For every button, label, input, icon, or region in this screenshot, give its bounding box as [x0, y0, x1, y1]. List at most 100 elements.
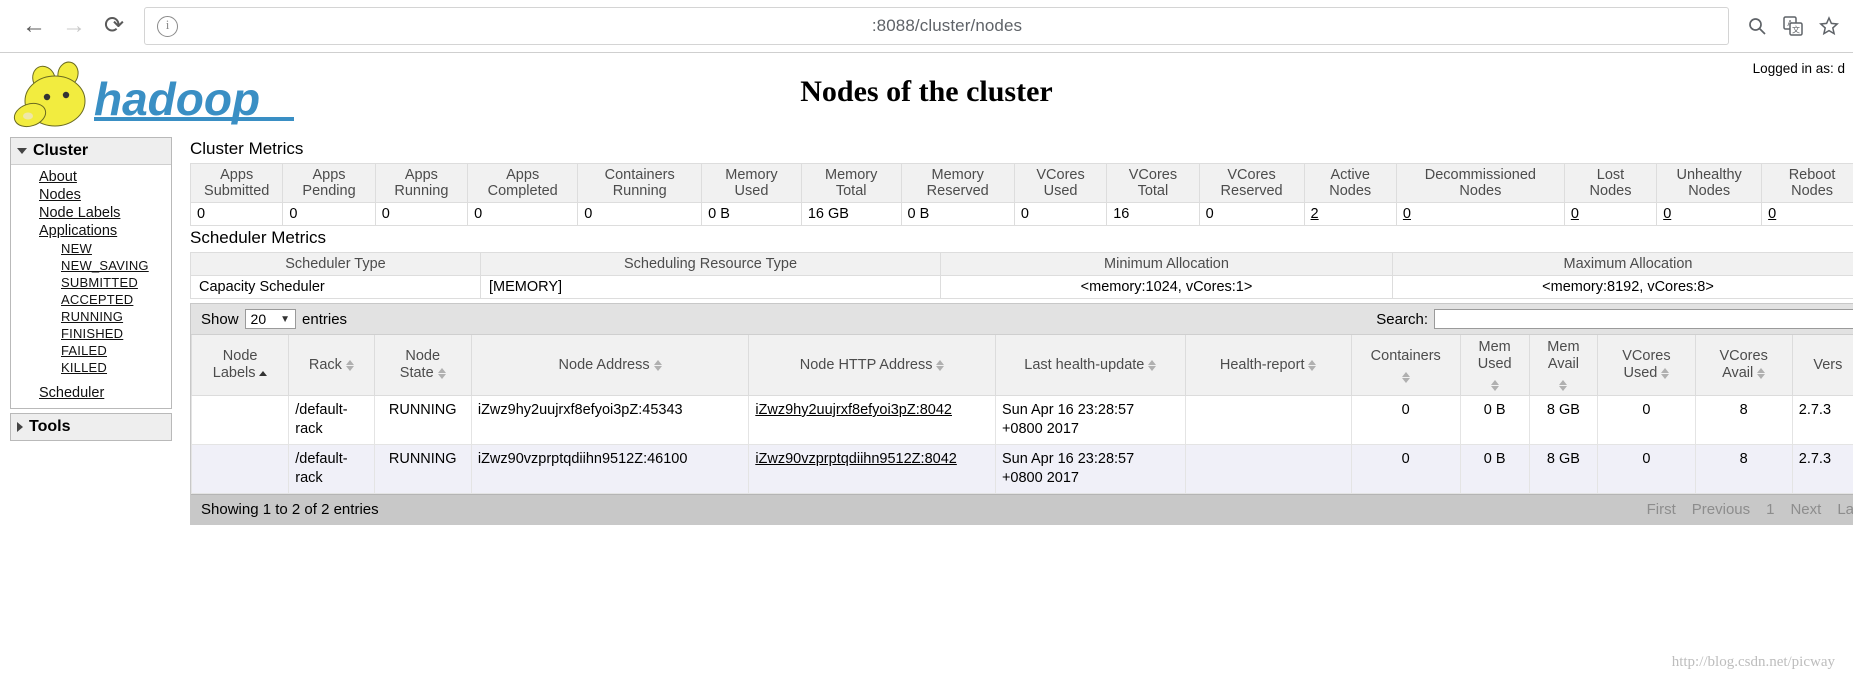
cell-last-health-update: Sun Apr 16 23:28:57 +0800 2017	[994, 444, 1186, 494]
sidebar-item-killed[interactable]: KILLED	[61, 359, 171, 376]
cm-link-decommissioned-nodes[interactable]: 0	[1403, 206, 1411, 222]
sort-icon[interactable]	[936, 359, 945, 371]
cm-val-memory-reserved: 0 B	[900, 202, 1015, 226]
cm-h2: Running	[612, 183, 667, 199]
col-vcores-avail[interactable]: VCores Avail	[1694, 335, 1793, 396]
sidebar-item-failed[interactable]: FAILED	[61, 342, 171, 359]
sidebar-link-finished[interactable]: FINISHED	[61, 326, 123, 341]
cm-link-reboot-nodes[interactable]: 0	[1768, 206, 1776, 222]
address-bar[interactable]: i :8088/cluster/nodes	[144, 7, 1729, 45]
cm-val-active-nodes[interactable]: 2	[1303, 202, 1397, 226]
cell-node-state: RUNNING	[373, 444, 472, 494]
page-number-1[interactable]: 1	[1766, 501, 1774, 518]
sort-icon[interactable]	[1490, 380, 1499, 391]
col-mem-used[interactable]: Mem Used	[1459, 335, 1530, 396]
sm-val-scheduling-resource-type: [MEMORY]	[480, 275, 941, 299]
nodes-datatable: Show 20 ▼ entries Search: Node Labels Ra…	[190, 303, 1853, 525]
col-node-labels[interactable]: Node Labels	[190, 335, 290, 396]
cell-node-http-address[interactable]: iZwz90vzprptqdiihn9512Z:8042	[748, 444, 996, 494]
cell-rack: /default-rack	[288, 444, 375, 494]
sidebar-item-running[interactable]: RUNNING	[61, 308, 171, 325]
page-first-button[interactable]: First	[1647, 501, 1676, 518]
info-circle-icon[interactable]: i	[157, 15, 178, 37]
sidebar-item-about[interactable]: About	[39, 168, 171, 186]
sort-icon[interactable]	[345, 359, 354, 371]
col-vcores-used[interactable]: VCores Used	[1597, 335, 1696, 396]
sort-icon[interactable]	[1661, 368, 1670, 379]
sidebar-cluster-header[interactable]: Cluster	[11, 138, 171, 165]
table-row[interactable]: /default-rack RUNNING iZwz9hy2uujrxf8efy…	[190, 395, 1853, 445]
magnifier-icon[interactable]	[1747, 16, 1767, 36]
sidebar-item-new-saving[interactable]: NEW_SAVING	[61, 257, 171, 274]
cm-val-reboot-nodes[interactable]: 0	[1761, 202, 1853, 226]
col-last-health-update[interactable]: Last health-update	[994, 335, 1186, 396]
sort-icon[interactable]	[1308, 359, 1317, 371]
sidebar-link-accepted[interactable]: ACCEPTED	[61, 292, 133, 307]
sidebar-item-scheduler[interactable]: Scheduler	[39, 384, 171, 402]
cm-h1: VCores	[1036, 167, 1085, 183]
cm-link-unhealthy-nodes[interactable]: 0	[1663, 206, 1671, 222]
cm-val-lost-nodes[interactable]: 0	[1563, 202, 1658, 226]
page-previous-button[interactable]: Previous	[1692, 501, 1750, 518]
reload-icon[interactable]: ⟳	[94, 6, 134, 46]
sort-icon[interactable]	[437, 368, 446, 379]
col-node-state[interactable]: Node State	[373, 335, 472, 396]
sidebar-link-about[interactable]: About	[39, 169, 77, 185]
col-node-address[interactable]: Node Address	[470, 335, 750, 396]
sort-icon[interactable]	[1401, 371, 1410, 383]
translate-icon[interactable]: A 文	[1783, 16, 1803, 36]
table-row[interactable]: /default-rack RUNNING iZwz90vzprptqdiihn…	[190, 444, 1853, 494]
cm-col-memory-used: Memory Used	[701, 163, 802, 203]
sort-icon[interactable]	[1757, 368, 1766, 379]
cm-val-vcores-reserved: 0	[1198, 202, 1305, 226]
search-label: Search:	[1376, 310, 1428, 328]
page-next-button[interactable]: Next	[1790, 501, 1821, 518]
cluster-metrics-header-row: Apps Submitted Apps Pending Apps Running…	[189, 163, 1853, 203]
sort-icon[interactable]	[1559, 380, 1568, 391]
col-label-line2: Avail	[1722, 365, 1754, 381]
sidebar-item-submitted[interactable]: SUBMITTED	[61, 274, 171, 291]
sidebar-item-new[interactable]: NEW	[61, 240, 171, 257]
cell-node-http-address[interactable]: iZwz9hy2uujrxf8efyoi3pZ:8042	[748, 395, 996, 445]
sidebar-link-new-saving[interactable]: NEW_SAVING	[61, 258, 149, 273]
search-input[interactable]	[1434, 309, 1853, 329]
col-version[interactable]: Vers	[1791, 335, 1853, 396]
node-http-link[interactable]: iZwz90vzprptqdiihn9512Z:8042	[755, 451, 957, 467]
col-mem-avail[interactable]: Mem Avail	[1528, 335, 1599, 396]
sidebar-link-killed[interactable]: KILLED	[61, 360, 107, 375]
cell-vcores-used: 0	[1597, 444, 1696, 494]
sidebar-link-nodes[interactable]: Nodes	[39, 187, 81, 203]
page-size-select[interactable]: 20 ▼	[244, 309, 297, 329]
cm-val-decommissioned-nodes[interactable]: 0	[1395, 202, 1565, 226]
address-bar-url[interactable]: :8088/cluster/nodes	[178, 16, 1716, 36]
sort-ascending-icon[interactable]	[259, 371, 268, 376]
sidebar-item-applications[interactable]: Applications NEW NEW_SAVING SUBMITTED AC…	[39, 222, 171, 376]
sidebar-tools-header[interactable]: Tools	[11, 414, 171, 440]
star-icon[interactable]	[1819, 16, 1839, 36]
sidebar-link-submitted[interactable]: SUBMITTED	[61, 275, 138, 290]
sidebar-link-failed[interactable]: FAILED	[61, 343, 107, 358]
sidebar-item-accepted[interactable]: ACCEPTED	[61, 291, 171, 308]
back-icon[interactable]: ←	[14, 6, 54, 46]
sidebar-link-scheduler[interactable]: Scheduler	[39, 385, 104, 401]
sidebar-link-running[interactable]: RUNNING	[61, 309, 123, 324]
sidebar-link-new[interactable]: NEW	[61, 241, 92, 256]
sidebar-item-node-labels[interactable]: Node Labels	[39, 204, 171, 222]
sidebar-link-node-labels[interactable]: Node Labels	[39, 205, 120, 221]
col-node-http-address[interactable]: Node HTTP Address	[748, 335, 996, 396]
col-containers[interactable]: Containers	[1350, 335, 1461, 396]
sidebar-item-nodes[interactable]: Nodes	[39, 186, 171, 204]
col-rack[interactable]: Rack	[288, 335, 375, 396]
col-label-line1: Node	[222, 348, 258, 364]
page-last-button[interactable]: La	[1837, 501, 1853, 518]
sidebar-tools-section[interactable]: Tools	[10, 413, 172, 441]
cm-val-unhealthy-nodes[interactable]: 0	[1656, 202, 1763, 226]
sort-icon[interactable]	[1148, 359, 1157, 371]
cm-link-active-nodes[interactable]: 2	[1311, 206, 1319, 222]
sidebar-link-applications[interactable]: Applications	[39, 223, 117, 239]
sort-icon[interactable]	[653, 359, 662, 371]
cm-link-lost-nodes[interactable]: 0	[1571, 206, 1579, 222]
sidebar-item-finished[interactable]: FINISHED	[61, 325, 171, 342]
node-http-link[interactable]: iZwz9hy2uujrxf8efyoi3pZ:8042	[755, 402, 952, 418]
col-health-report[interactable]: Health-report	[1184, 335, 1352, 396]
